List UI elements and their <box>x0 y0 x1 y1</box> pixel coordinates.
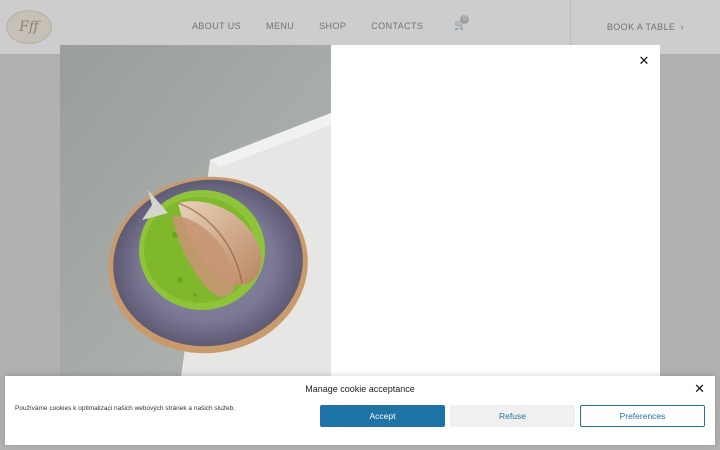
close-icon[interactable]: ✕ <box>694 381 705 397</box>
cookie-title: Manage cookie acceptance <box>305 384 415 394</box>
cookie-banner: Manage cookie acceptance ✕ Používáme coo… <box>5 376 715 445</box>
cookie-text: Používáme cookies k optimalizaci našich … <box>15 405 236 412</box>
refuse-button[interactable]: Refuse <box>450 405 575 427</box>
accept-button[interactable]: Accept <box>320 405 445 427</box>
fish-dish-photo <box>60 45 331 385</box>
close-icon[interactable]: ✕ <box>636 53 652 69</box>
preferences-button[interactable]: Preferences <box>580 405 705 427</box>
image-modal: ✕ <box>60 45 660 385</box>
